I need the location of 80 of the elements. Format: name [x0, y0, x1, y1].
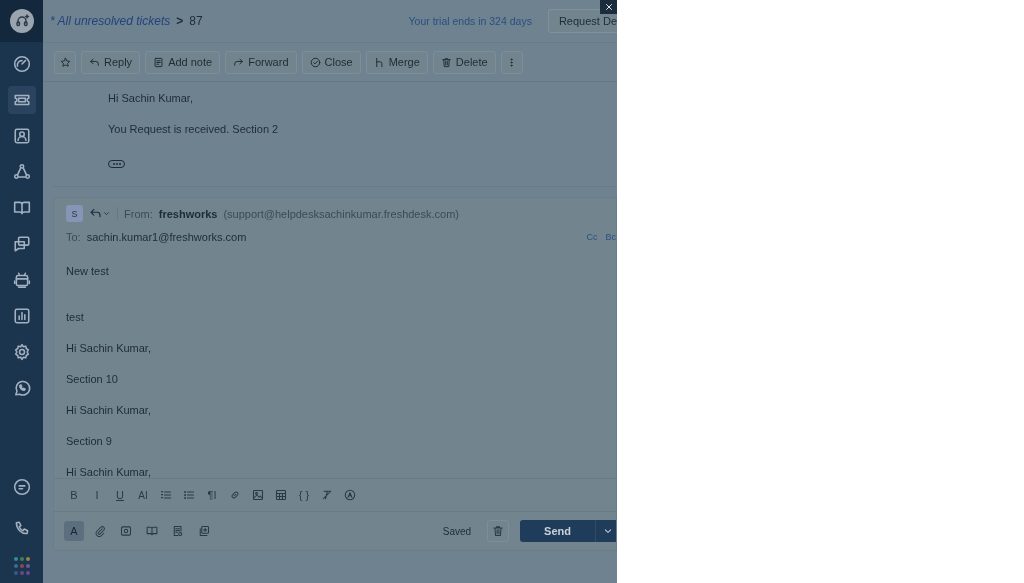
ticket-number: 87 [189, 14, 203, 28]
editor-text: Section 10 [66, 373, 119, 385]
close-icon [603, 2, 614, 12]
from-label: From: [124, 207, 153, 220]
chat-bubbles-icon [12, 235, 31, 253]
paperclip-icon [94, 525, 106, 537]
cc-link[interactable]: Cc [586, 232, 598, 242]
add-copy-icon [198, 525, 210, 537]
close-button[interactable]: Close [301, 50, 361, 74]
trash-icon [440, 56, 452, 68]
phone-bubble-icon [12, 379, 31, 397]
network-icon [12, 163, 31, 181]
editor-text: Section 9 [66, 435, 113, 447]
gear-frame-icon [120, 525, 132, 537]
message-text: Hi Sachin Kumar, [108, 92, 194, 104]
check-circle-icon [309, 56, 321, 68]
circled-letter-icon [344, 489, 356, 501]
recipient-email[interactable]: sachin.kumar1@freshworks.com [86, 231, 247, 243]
book-icon [146, 525, 158, 537]
paragraph-button[interactable]: ¶I [204, 487, 220, 503]
breadcrumb-separator: > [176, 14, 184, 28]
star-button[interactable] [54, 50, 76, 74]
contact-card-icon [12, 127, 31, 145]
trash-icon [492, 525, 505, 537]
delete-button[interactable]: Delete [432, 50, 496, 74]
reply-button[interactable]: Reply [81, 50, 141, 74]
note-button[interactable]: Add note [145, 50, 221, 74]
editor-text: test [66, 311, 85, 323]
sender-name: freshworks [158, 207, 218, 220]
book-icon [12, 199, 31, 217]
table-icon [275, 489, 287, 501]
bold-button[interactable]: B [66, 487, 82, 503]
close-button[interactable] [600, 0, 617, 14]
chat-icon [12, 478, 31, 496]
editor-text: Hi Sachin Kumar, [66, 342, 152, 354]
request-demo-button[interactable]: Request De [547, 9, 617, 33]
save-status: Saved [442, 525, 472, 537]
link-icon [229, 489, 241, 501]
fontsize-button[interactable]: AI [135, 487, 151, 503]
text-format-button[interactable]: A [64, 521, 84, 541]
forward-icon [233, 56, 245, 68]
star-icon [59, 56, 71, 68]
underline-button[interactable]: U [112, 487, 128, 503]
editor-text: New test [66, 265, 110, 277]
forward-button[interactable]: Forward [225, 50, 297, 74]
editor-text: Hi Sachin Kumar, [66, 466, 152, 478]
avatar: S [66, 205, 83, 222]
document-icon [172, 525, 184, 537]
bar-chart-icon [12, 307, 31, 325]
breadcrumb-link[interactable]: * All unresolved tickets [50, 14, 171, 28]
reply-icon [89, 207, 102, 220]
logo-badge[interactable] [9, 9, 34, 33]
bcc-link[interactable]: Bc [605, 232, 616, 242]
circled-letter-button[interactable] [342, 487, 358, 503]
reply-icon [89, 56, 100, 68]
apps-grid-icon[interactable] [12, 557, 31, 575]
image-button[interactable] [250, 487, 266, 503]
discard-button[interactable] [487, 520, 510, 542]
note-icon [153, 56, 165, 68]
sender-email: (support@helpdesksachinkumar.freshdesk.com) [223, 207, 459, 220]
bot-icon [12, 271, 31, 289]
table-button[interactable] [273, 487, 289, 503]
image-icon [252, 489, 264, 501]
caret-icon [102, 209, 111, 218]
bulleted-list-icon [183, 489, 195, 501]
code-button[interactable]: { } [296, 487, 312, 503]
merge-button[interactable]: Merge [365, 50, 428, 74]
more-button[interactable] [500, 50, 523, 74]
reply-type-dropdown[interactable] [89, 207, 118, 220]
numbered-list-icon [160, 489, 172, 501]
merge-icon [373, 56, 385, 68]
to-label: To: [66, 231, 81, 243]
editor-text: Hi Sachin Kumar, [66, 404, 152, 416]
message-text: You Request is received. Section 2 [108, 123, 280, 135]
headset-icon [13, 13, 30, 29]
trial-notice: Your trial ends in 324 days [408, 15, 532, 27]
settings-icon [12, 343, 31, 361]
clear-format-icon [321, 489, 333, 501]
sidebar-nav-button[interactable] [7, 86, 36, 114]
gauge-icon [12, 55, 31, 73]
